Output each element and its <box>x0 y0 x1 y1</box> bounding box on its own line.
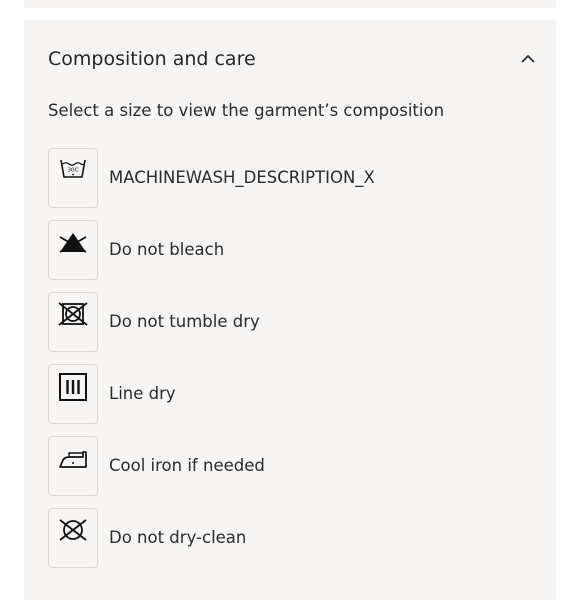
chevron-up-icon[interactable] <box>520 52 536 66</box>
care-item-cool-iron: Cool iron if needed <box>48 436 536 496</box>
composition-care-header[interactable]: Composition and care <box>48 46 536 72</box>
care-label: Do not tumble dry <box>109 312 260 331</box>
section-title: Composition and care <box>48 48 256 70</box>
care-label: Do not dry-clean <box>109 528 247 547</box>
care-icon-box: 30C <box>48 148 98 208</box>
care-label: Line dry <box>109 384 176 403</box>
care-icon-box <box>48 364 98 424</box>
care-label: Do not bleach <box>109 240 225 259</box>
care-icon-box <box>48 436 98 496</box>
cool-iron-icon <box>59 451 87 468</box>
care-item-do-not-tumble-dry: Do not tumble dry <box>48 292 536 352</box>
care-item-do-not-dry-clean: Do not dry-clean <box>48 508 536 568</box>
care-icon-box <box>48 220 98 280</box>
composition-care-panel: Composition and care Select a size to vi… <box>24 20 556 600</box>
composition-hint: Select a size to view the garment’s comp… <box>48 101 445 120</box>
wash-temperature-text: 30C <box>67 168 78 174</box>
care-label: MACHINEWASH_DESCRIPTION_X <box>109 168 375 187</box>
machine-wash-30-icon: 30C <box>60 159 86 178</box>
line-dry-icon <box>59 373 87 401</box>
do-not-tumble-dry-icon <box>58 302 88 326</box>
previous-section-card <box>24 0 556 8</box>
care-label: Cool iron if needed <box>109 456 265 475</box>
care-item-machine-wash: 30C MACHINEWASH_DESCRIPTION_X <box>48 148 536 208</box>
care-item-do-not-bleach: Do not bleach <box>48 220 536 280</box>
do-not-bleach-icon <box>59 233 87 253</box>
care-item-line-dry: Line dry <box>48 364 536 424</box>
care-icon-box <box>48 292 98 352</box>
do-not-dry-clean-icon <box>59 519 87 541</box>
care-icon-box <box>48 508 98 568</box>
